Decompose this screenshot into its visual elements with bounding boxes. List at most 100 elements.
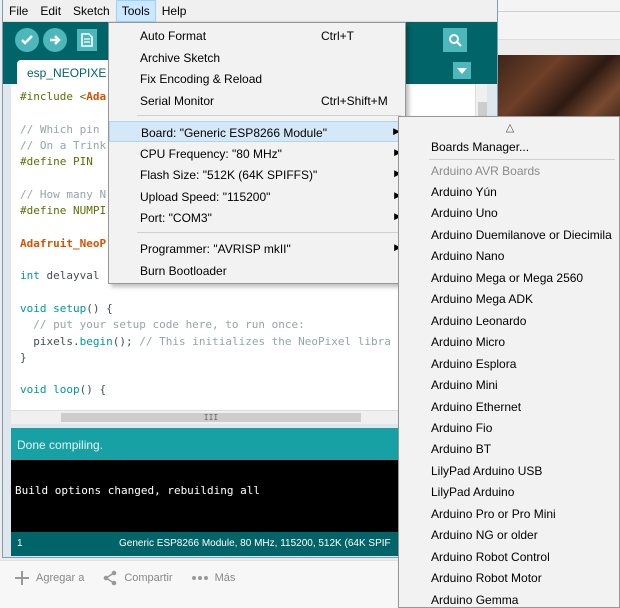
page-actions: Agregar a Compartir Más xyxy=(14,570,235,586)
triangle-down-icon xyxy=(457,67,467,74)
board-item[interactable]: Arduino Fio xyxy=(431,421,492,435)
horizontal-scroll-thumb[interactable]: III xyxy=(61,413,361,422)
code-token: } xyxy=(20,350,27,364)
more-dots-icon xyxy=(191,576,208,580)
menu-item-label: Port: "COM3" xyxy=(140,211,212,225)
menu-item-upload-speed[interactable]: Upload Speed: "115200"▶ xyxy=(109,186,405,207)
background-page-header xyxy=(495,0,620,40)
board-item[interactable]: Arduino Nano xyxy=(431,249,504,263)
more-label: Más xyxy=(214,572,236,584)
menu-item-cpu-frequency[interactable]: CPU Frequency: "80 MHz"▶ xyxy=(109,143,405,164)
board-item[interactable]: Arduino Duemilanove or Diecimila xyxy=(431,228,612,242)
menu-item-label: CPU Frequency: "80 MHz" xyxy=(140,147,282,161)
code-token: void xyxy=(20,301,47,315)
add-to-action[interactable]: Agregar a xyxy=(14,570,84,586)
upload-button[interactable] xyxy=(43,28,67,52)
menu-item-label: Programmer: "AVRISP mkII" xyxy=(140,242,291,256)
menu-item-flash-size[interactable]: Flash Size: "512K (64K SPIFFS)"▶ xyxy=(109,164,405,185)
code-token: Adafruit_NeoP xyxy=(20,236,107,250)
board-item[interactable]: Arduino Leonardo xyxy=(431,314,526,328)
board-item[interactable]: Arduino Esplora xyxy=(431,357,516,371)
share-action[interactable]: Compartir xyxy=(102,570,173,586)
code-token: pixels. xyxy=(20,334,80,348)
menu-item-archive-sketch[interactable]: Archive Sketch xyxy=(109,47,405,68)
code-token: () { xyxy=(86,301,113,315)
menu-item-programmer[interactable]: Programmer: "AVRISP mkII"▶ xyxy=(109,238,405,259)
code-line: // On a Trink xyxy=(20,139,106,152)
menu-item-label: Auto Format xyxy=(140,29,207,43)
menu-item-label: Board: "Generic ESP8266 Module" xyxy=(141,126,327,140)
code-token: // How many N xyxy=(20,187,107,201)
code-line: #include <Ada xyxy=(20,90,106,103)
menu-item-shortcut: Ctrl+Shift+M xyxy=(321,94,388,108)
new-file-icon xyxy=(81,33,93,47)
board-category-label: Arduino AVR Boards xyxy=(431,164,541,178)
menu-tools[interactable]: Tools xyxy=(115,0,156,22)
board-item[interactable]: Arduino Mega ADK xyxy=(431,292,533,306)
menu-item-serial-monitor[interactable]: Serial Monitor Ctrl+Shift+M xyxy=(109,90,405,111)
boards-submenu: △ Boards Manager... Arduino AVR Boards A… xyxy=(398,116,620,608)
code-token: // Which pin xyxy=(20,122,100,136)
menu-sketch[interactable]: Sketch xyxy=(67,0,116,22)
menu-help[interactable]: Help xyxy=(156,0,193,22)
menu-item-label: Upload Speed: "115200" xyxy=(140,190,271,204)
menu-item-label: Flash Size: "512K (64K SPIFFS)" xyxy=(140,168,318,182)
code-line: // How many N xyxy=(20,188,106,201)
code-line: int delayval xyxy=(20,269,99,282)
share-label: Compartir xyxy=(124,572,173,584)
menu-edit[interactable]: Edit xyxy=(34,0,67,22)
code-token: void xyxy=(20,383,47,397)
arrow-right-icon xyxy=(50,35,61,45)
board-item[interactable]: Arduino BT xyxy=(431,442,491,456)
menu-file[interactable]: File xyxy=(3,0,34,22)
board-info: Generic ESP8266 Module, 80 MHz, 115200, … xyxy=(119,538,391,549)
board-item[interactable]: Arduino Robot Motor xyxy=(431,571,542,585)
menu-item-auto-format[interactable]: Auto Format Ctrl+T xyxy=(109,25,405,46)
menu-item-label: Archive Sketch xyxy=(140,51,221,65)
code-line: Adafruit_NeoP xyxy=(20,237,106,250)
board-item[interactable]: Arduino Ethernet xyxy=(431,400,521,414)
board-item[interactable]: Arduino Micro xyxy=(431,335,505,349)
menu-separator xyxy=(429,159,615,160)
board-item[interactable]: LilyPad Arduino xyxy=(431,485,514,499)
menu-item-burn-bootloader[interactable]: Burn Bootloader xyxy=(109,260,405,281)
add-to-label: Agregar a xyxy=(36,572,85,584)
menu-item-port[interactable]: Port: "COM3"▶ xyxy=(109,207,405,228)
menubar: File Edit Sketch Tools Help xyxy=(3,0,497,22)
background-photo xyxy=(495,55,620,125)
code-line: pixels.begin(); // This initializes the … xyxy=(20,335,391,348)
tab-menu-button[interactable] xyxy=(453,62,471,79)
code-token: #define PIN xyxy=(20,155,93,169)
board-item[interactable]: LilyPad Arduino USB xyxy=(431,464,542,478)
code-token: #define NUMPI xyxy=(20,204,107,218)
menu-item-label: Fix Encoding & Reload xyxy=(140,72,263,86)
code-token: delayval xyxy=(39,269,100,283)
scroll-up-arrow-icon[interactable]: △ xyxy=(399,121,619,134)
board-item[interactable]: Arduino Gemma xyxy=(431,593,518,607)
code-token: loop xyxy=(53,383,80,397)
board-item[interactable]: Arduino NG or older xyxy=(431,528,538,542)
menu-item-label: Serial Monitor xyxy=(140,94,215,108)
board-item[interactable]: Arduino Robot Control xyxy=(431,550,550,564)
board-item[interactable]: Arduino Mega or Mega 2560 xyxy=(431,271,583,285)
menu-item-fix-encoding[interactable]: Fix Encoding & Reload xyxy=(109,68,405,89)
verify-button[interactable] xyxy=(15,28,39,52)
board-item[interactable]: Arduino Mini xyxy=(431,378,498,392)
line-number: 1 xyxy=(17,538,23,549)
code-line: void setup() { xyxy=(20,302,113,315)
code-line: } xyxy=(20,351,27,364)
code-token: setup xyxy=(53,301,87,315)
board-item[interactable]: Arduino Pro or Pro Mini xyxy=(431,507,556,521)
compile-status-text: Done compiling. xyxy=(17,438,104,452)
board-item[interactable]: Arduino Uno xyxy=(431,206,498,220)
new-sketch-button[interactable] xyxy=(77,29,97,51)
boards-manager-item[interactable]: Boards Manager... xyxy=(431,140,529,154)
menu-item-board[interactable]: Board: "Generic ESP8266 Module" ▶ xyxy=(109,121,405,142)
more-action[interactable]: Más xyxy=(191,572,236,584)
tab-sketch[interactable]: esp_NEOPIXE xyxy=(17,60,117,84)
serial-monitor-button[interactable] xyxy=(443,28,467,52)
code-line: // Which pin xyxy=(20,123,99,136)
code-line: #define NUMPI xyxy=(20,204,106,217)
board-item[interactable]: Arduino Yún xyxy=(431,185,497,199)
code-token: #include < xyxy=(20,90,87,103)
